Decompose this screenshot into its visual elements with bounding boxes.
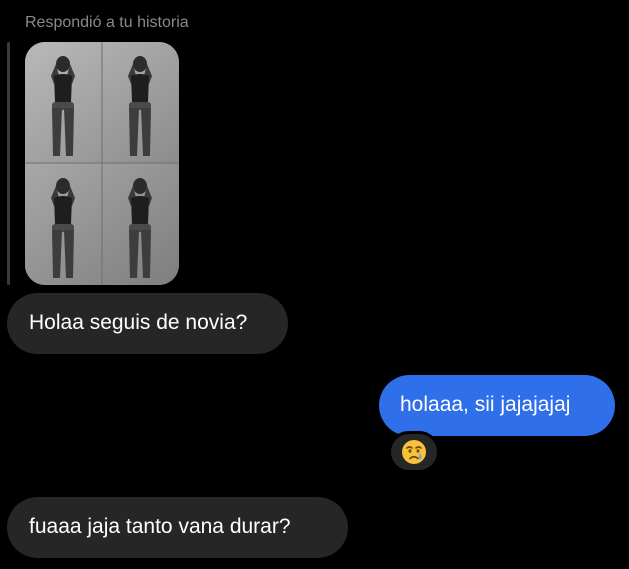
story-thumbnail[interactable] [25,42,179,285]
message-bubble-sent[interactable]: holaaa, sii jajajajaj [379,375,615,436]
message-reaction[interactable] [388,431,440,473]
message-bubble-received[interactable]: fuaaa jaja tanto vana durar? [7,497,348,558]
story-photo-grid-icon [25,42,179,285]
story-reply-caption: Respondió a tu historia [25,14,189,31]
reply-quote-bar [7,42,10,285]
message-text: Holaa seguis de novia? [29,311,248,334]
message-text: fuaaa jaja tanto vana durar? [29,515,291,538]
message-text: holaaa, sii jajajajaj [400,393,571,416]
message-bubble-received[interactable]: Holaa seguis de novia? [7,293,288,354]
crying-face-emoji-icon [402,440,426,464]
